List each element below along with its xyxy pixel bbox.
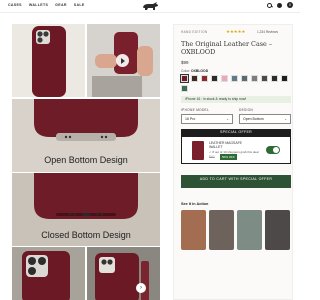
color-swatch[interactable] bbox=[201, 75, 208, 82]
site-header: CASES WALLETS GEAR SALE 0 bbox=[0, 0, 300, 12]
closed-bottom-photo[interactable]: Closed Bottom Design bbox=[12, 173, 160, 246]
closed-bottom-caption: Closed Bottom Design bbox=[41, 230, 131, 240]
product-photo-back[interactable] bbox=[12, 24, 85, 97]
header-actions: 0 bbox=[267, 2, 293, 8]
color-swatch[interactable] bbox=[241, 75, 248, 82]
open-bottom-caption: Open Bottom Design bbox=[44, 155, 128, 165]
color-swatch[interactable] bbox=[191, 75, 198, 82]
wallet-original-price: $60 bbox=[209, 155, 215, 159]
camera-closeup-photo[interactable] bbox=[12, 247, 85, 300]
selected-color-name: OXBLOOD bbox=[191, 69, 209, 73]
header-divider bbox=[0, 12, 300, 13]
account-icon[interactable] bbox=[277, 2, 282, 8]
nav-wallets[interactable]: WALLETS bbox=[29, 3, 48, 7]
in-action-thumb[interactable] bbox=[181, 210, 206, 250]
nav-cases[interactable]: CASES bbox=[8, 3, 22, 7]
play-video-button[interactable] bbox=[116, 54, 129, 67]
open-bottom-photo[interactable]: Open Bottom Design bbox=[12, 99, 160, 172]
gallery-next-button[interactable]: › bbox=[136, 283, 146, 293]
shipping-status-banner: iPhone 16 : in stock & ready to ship now… bbox=[181, 96, 291, 103]
product-video-hands[interactable] bbox=[87, 24, 160, 97]
search-icon[interactable] bbox=[267, 2, 272, 8]
chevron-down-icon: ⌄ bbox=[284, 117, 287, 121]
product-title: The Original Leather Case – OXBLOOD bbox=[181, 40, 273, 56]
wallet-thumbnail bbox=[192, 141, 204, 160]
special-offer-toggle[interactable] bbox=[266, 146, 280, 154]
in-action-thumb[interactable] bbox=[265, 210, 290, 250]
color-swatch[interactable] bbox=[271, 75, 278, 82]
color-swatch[interactable] bbox=[231, 75, 238, 82]
color-swatch-list bbox=[179, 73, 291, 92]
color-swatch[interactable] bbox=[281, 75, 288, 82]
color-label: Color: OXBLOOD bbox=[181, 69, 209, 73]
nav-sale[interactable]: SALE bbox=[74, 3, 85, 7]
design-select[interactable]: Open Bottom ⌄ bbox=[239, 114, 291, 124]
phone-model-select[interactable]: 16 Pro ⌄ bbox=[181, 114, 233, 124]
rating-stars[interactable]: ★★★★★ bbox=[226, 29, 245, 35]
product-price: $99 bbox=[181, 60, 189, 65]
bull-logo-icon[interactable] bbox=[141, 1, 159, 11]
color-swatch[interactable] bbox=[221, 75, 228, 82]
color-swatch[interactable] bbox=[211, 75, 218, 82]
cart-icon[interactable]: 0 bbox=[287, 2, 293, 8]
wallet-discount-badge: 50% OFF bbox=[220, 154, 237, 160]
case-side-photo[interactable]: › bbox=[87, 247, 160, 300]
special-offer-box: LEATHER MAGSAFE WALLET ✓ 8 out of 10 sho… bbox=[181, 136, 291, 164]
in-action-gallery bbox=[181, 210, 291, 250]
nav-gear[interactable]: GEAR bbox=[55, 3, 67, 7]
color-swatch[interactable] bbox=[261, 75, 268, 82]
wallet-name: LEATHER MAGSAFE WALLET bbox=[209, 141, 242, 149]
color-swatch[interactable] bbox=[179, 73, 190, 84]
color-swatch[interactable] bbox=[181, 85, 188, 92]
color-swatch[interactable] bbox=[251, 75, 258, 82]
main-nav: CASES WALLETS GEAR SALE bbox=[8, 3, 85, 7]
chevron-down-icon: ⌄ bbox=[226, 117, 229, 121]
design-label: DESIGN bbox=[239, 108, 254, 112]
edition-badge: HAND EDITION bbox=[181, 30, 208, 34]
phone-model-label: IPHONE MODEL bbox=[181, 108, 210, 112]
add-to-cart-button[interactable]: ADD TO CART WITH SPECIAL OFFER bbox=[181, 175, 291, 188]
see-in-action-heading: See It in Action bbox=[181, 202, 209, 206]
in-action-thumb[interactable] bbox=[237, 210, 262, 250]
product-info-panel: HAND EDITION ★★★★★ 1,234 Reviews The Ori… bbox=[173, 24, 293, 300]
review-count[interactable]: 1,234 Reviews bbox=[257, 30, 278, 34]
in-action-thumb[interactable] bbox=[209, 210, 234, 250]
special-offer-header: SPECIAL OFFER bbox=[181, 129, 291, 136]
